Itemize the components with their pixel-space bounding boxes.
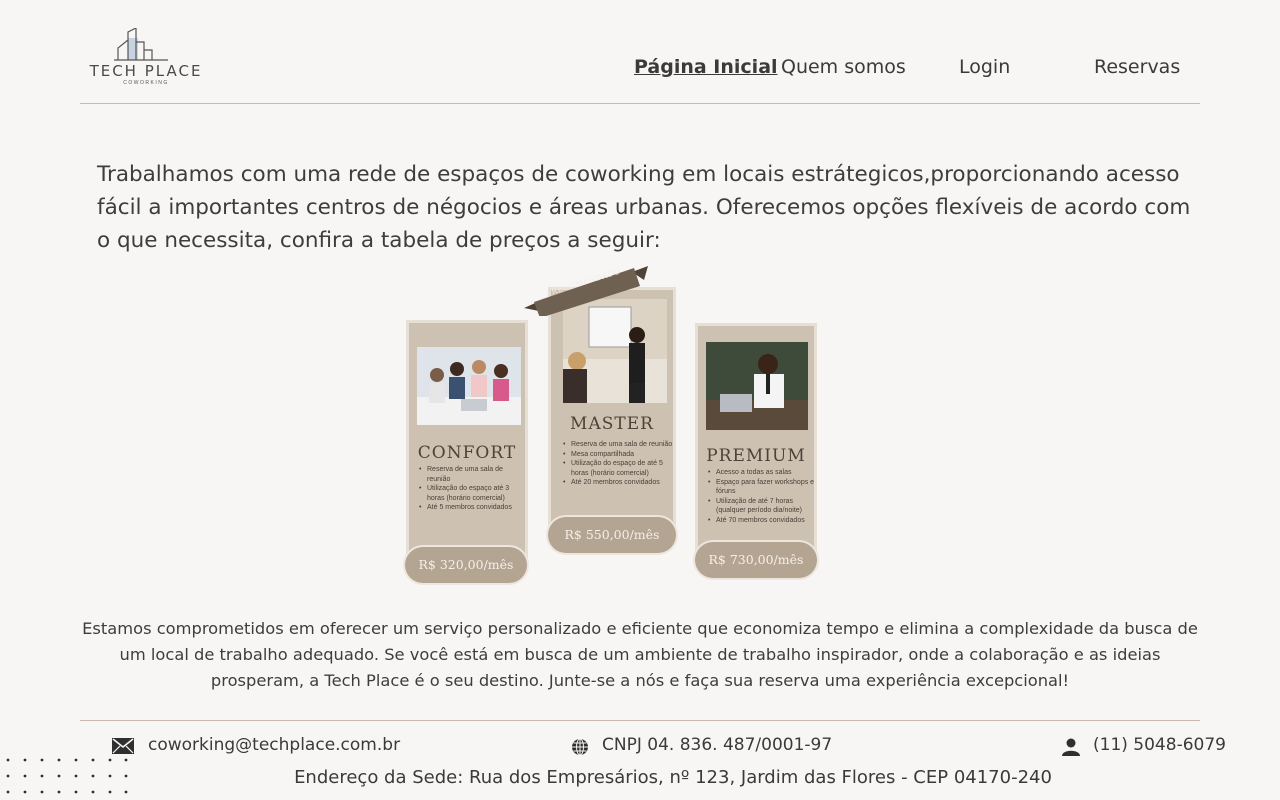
plan-feature: Até 5 membros convidados: [419, 503, 527, 513]
footer-phone-text[interactable]: (11) 5048-6079: [1093, 735, 1226, 755]
footer-divider: [80, 720, 1200, 721]
plan-price-premium[interactable]: R$ 730,00/mês: [695, 542, 817, 578]
nav-about[interactable]: Quem somos: [781, 56, 906, 78]
plan-feature: Reserva de uma sala de reunião: [563, 440, 675, 450]
person-icon: [1062, 738, 1080, 756]
main-nav: Página Inicial Quem somos Login Reservas: [0, 56, 1280, 84]
plan-photo-confort: [417, 347, 521, 425]
nav-home[interactable]: Página Inicial: [634, 56, 778, 78]
plan-feature: Reserva de uma sala de reunião: [419, 465, 527, 484]
globe-icon: [572, 738, 588, 756]
outro-text: Estamos comprometidos em oferecer um ser…: [82, 619, 1198, 690]
plan-title-premium: PREMIUM: [706, 446, 806, 466]
plan-price-master[interactable]: R$ 550,00/mês: [548, 517, 676, 553]
footer-email-text[interactable]: coworking@techplace.com.br: [148, 735, 400, 755]
nav-login[interactable]: Login: [959, 56, 1010, 78]
plan-price-confort[interactable]: R$ 320,00/mês: [405, 547, 527, 583]
plan-features-confort: Reserva de uma sala de reunião Utilizaçã…: [419, 465, 527, 513]
nav-bookings[interactable]: Reservas: [1094, 56, 1180, 78]
plan-title-master: MASTER: [570, 414, 654, 434]
plan-feature: Utilização de até 7 horas (qualquer perí…: [708, 497, 816, 516]
envelope-icon: [112, 738, 134, 754]
plan-card-master[interactable]: MASTER Reserva de uma sala de reunião Me…: [548, 287, 676, 535]
plan-card-premium[interactable]: PREMIUM Acesso a todas as salas Espaço p…: [695, 323, 817, 561]
plan-features-master: Reserva de uma sala de reunião Mesa comp…: [563, 440, 675, 488]
footer-address: Endereço da Sede: Rua dos Empresários, n…: [294, 767, 1052, 788]
plan-photo-premium: [706, 342, 808, 430]
plan-feature: Até 20 membros convidados: [563, 478, 675, 488]
plan-feature: Mesa compartilhada: [563, 450, 675, 460]
plan-feature: Até 70 membros convidados: [708, 516, 816, 526]
plan-title-confort: CONFORT: [417, 443, 517, 463]
header-divider: [80, 103, 1200, 104]
plan-feature: Utilização do espaço de até 5 horas (hor…: [563, 459, 675, 478]
plan-feature: Espaço para fazer workshops e fóruns: [708, 478, 816, 497]
plan-feature: Acesso a todas as salas: [708, 468, 816, 478]
footer-cnpj-text: CNPJ 04. 836. 487/0001-97: [602, 735, 833, 755]
plan-features-premium: Acesso a todas as salas Espaço para faze…: [708, 468, 816, 525]
plan-card-confort[interactable]: CONFORT Reserva de uma sala de reunião U…: [406, 320, 528, 562]
intro-text: Trabalhamos com uma rede de espaços de c…: [97, 162, 1191, 253]
plan-feature: Utilização do espaço até 3 horas (horári…: [419, 484, 527, 503]
decorative-dots: [6, 758, 128, 794]
